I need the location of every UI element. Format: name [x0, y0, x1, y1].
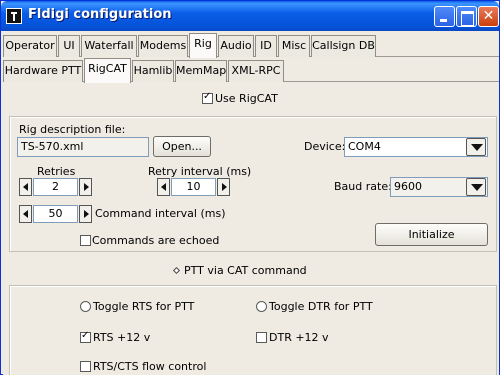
config-window: Fldigi configuration ✕ Operator UI Water…	[0, 0, 500, 375]
cmd-interval-decrement[interactable]	[19, 205, 32, 223]
tab-ui[interactable]: UI	[58, 35, 80, 57]
ptt-cat-radio[interactable]	[172, 266, 181, 275]
tab-modems[interactable]: Modems	[138, 35, 188, 57]
retry-interval-increment[interactable]	[217, 178, 230, 196]
retries-decrement[interactable]	[19, 178, 32, 196]
tab-operator[interactable]: Operator	[3, 35, 57, 57]
main-tab-bar: Operator UI Waterfall Modems Rig Audio I…	[3, 33, 499, 58]
open-button[interactable]: Open...	[153, 136, 211, 157]
retries-label: Retries	[37, 165, 76, 178]
use-rigcat-checkbox[interactable]	[202, 91, 213, 104]
rig-desc-label: Rig description file:	[19, 123, 126, 136]
rts-12v-label: RTS +12 v	[93, 331, 151, 344]
cmd-interval-label: Command interval (ms)	[95, 207, 226, 220]
minimize-button[interactable]	[434, 6, 455, 27]
tab-waterfall[interactable]: Waterfall	[81, 35, 137, 57]
window-title: Fldigi configuration	[28, 7, 172, 22]
rts-cts-label: RTS/CTS flow control	[93, 360, 207, 373]
retry-interval-input[interactable]: 10	[171, 178, 216, 196]
use-rigcat-label: Use RigCAT	[215, 92, 278, 105]
cmd-interval-input[interactable]: 50	[33, 205, 78, 223]
tab-id[interactable]: ID	[255, 35, 277, 57]
rts-12v-checkbox[interactable]	[80, 330, 91, 343]
echo-label: Commands are echoed	[92, 234, 220, 247]
chevron-down-icon[interactable]	[466, 178, 486, 196]
toggle-rts-radio[interactable]	[80, 301, 91, 312]
toggle-rts-label: Toggle RTS for PTT	[93, 300, 195, 313]
rig-tab-bar: Hardware PTT RigCAT Hamlib MemMap XML-RP…	[3, 58, 499, 83]
tab-xml-rpc[interactable]: XML-RPC	[228, 60, 284, 82]
tab-audio[interactable]: Audio	[218, 35, 254, 57]
tab-callsign-db[interactable]: Callsign DB	[311, 35, 376, 57]
title-bar[interactable]: Fldigi configuration ✕	[1, 1, 499, 31]
dtr-12v-checkbox[interactable]	[256, 332, 267, 343]
close-icon: ✕	[482, 8, 495, 24]
initialize-button[interactable]: Initialize	[375, 223, 488, 246]
tab-hamlib[interactable]: Hamlib	[132, 60, 174, 82]
retry-interval-label: Retry interval (ms)	[148, 165, 252, 178]
echo-checkbox[interactable]	[80, 235, 91, 246]
device-label: Device:	[304, 140, 346, 153]
chevron-down-icon[interactable]	[466, 138, 486, 156]
tab-rigcat[interactable]: RigCAT	[84, 58, 131, 83]
close-button[interactable]: ✕	[478, 6, 499, 27]
tab-rig[interactable]: Rig	[189, 33, 217, 58]
app-icon	[6, 8, 22, 24]
retries-input[interactable]: 2	[33, 178, 78, 196]
toggle-dtr-label: Toggle DTR for PTT	[269, 300, 373, 313]
rts-cts-checkbox[interactable]	[80, 361, 91, 372]
dtr-12v-label: DTR +12 v	[269, 331, 329, 344]
rigcat-panel: Use RigCAT Rig description file: TS-570.…	[3, 83, 499, 375]
retries-increment[interactable]	[79, 178, 92, 196]
rig-desc-field[interactable]: TS-570.xml	[17, 137, 149, 157]
ptt-cat-label: PTT via CAT command	[184, 264, 307, 277]
retry-interval-decrement[interactable]	[157, 178, 170, 196]
tab-hardware-ptt[interactable]: Hardware PTT	[3, 60, 83, 82]
maximize-button[interactable]	[456, 6, 477, 27]
baud-label: Baud rate:	[334, 180, 392, 193]
tab-misc[interactable]: Misc	[278, 35, 310, 57]
cmd-interval-increment[interactable]	[79, 205, 92, 223]
tab-memmap[interactable]: MemMap	[175, 60, 227, 82]
toggle-dtr-radio[interactable]	[256, 301, 267, 312]
